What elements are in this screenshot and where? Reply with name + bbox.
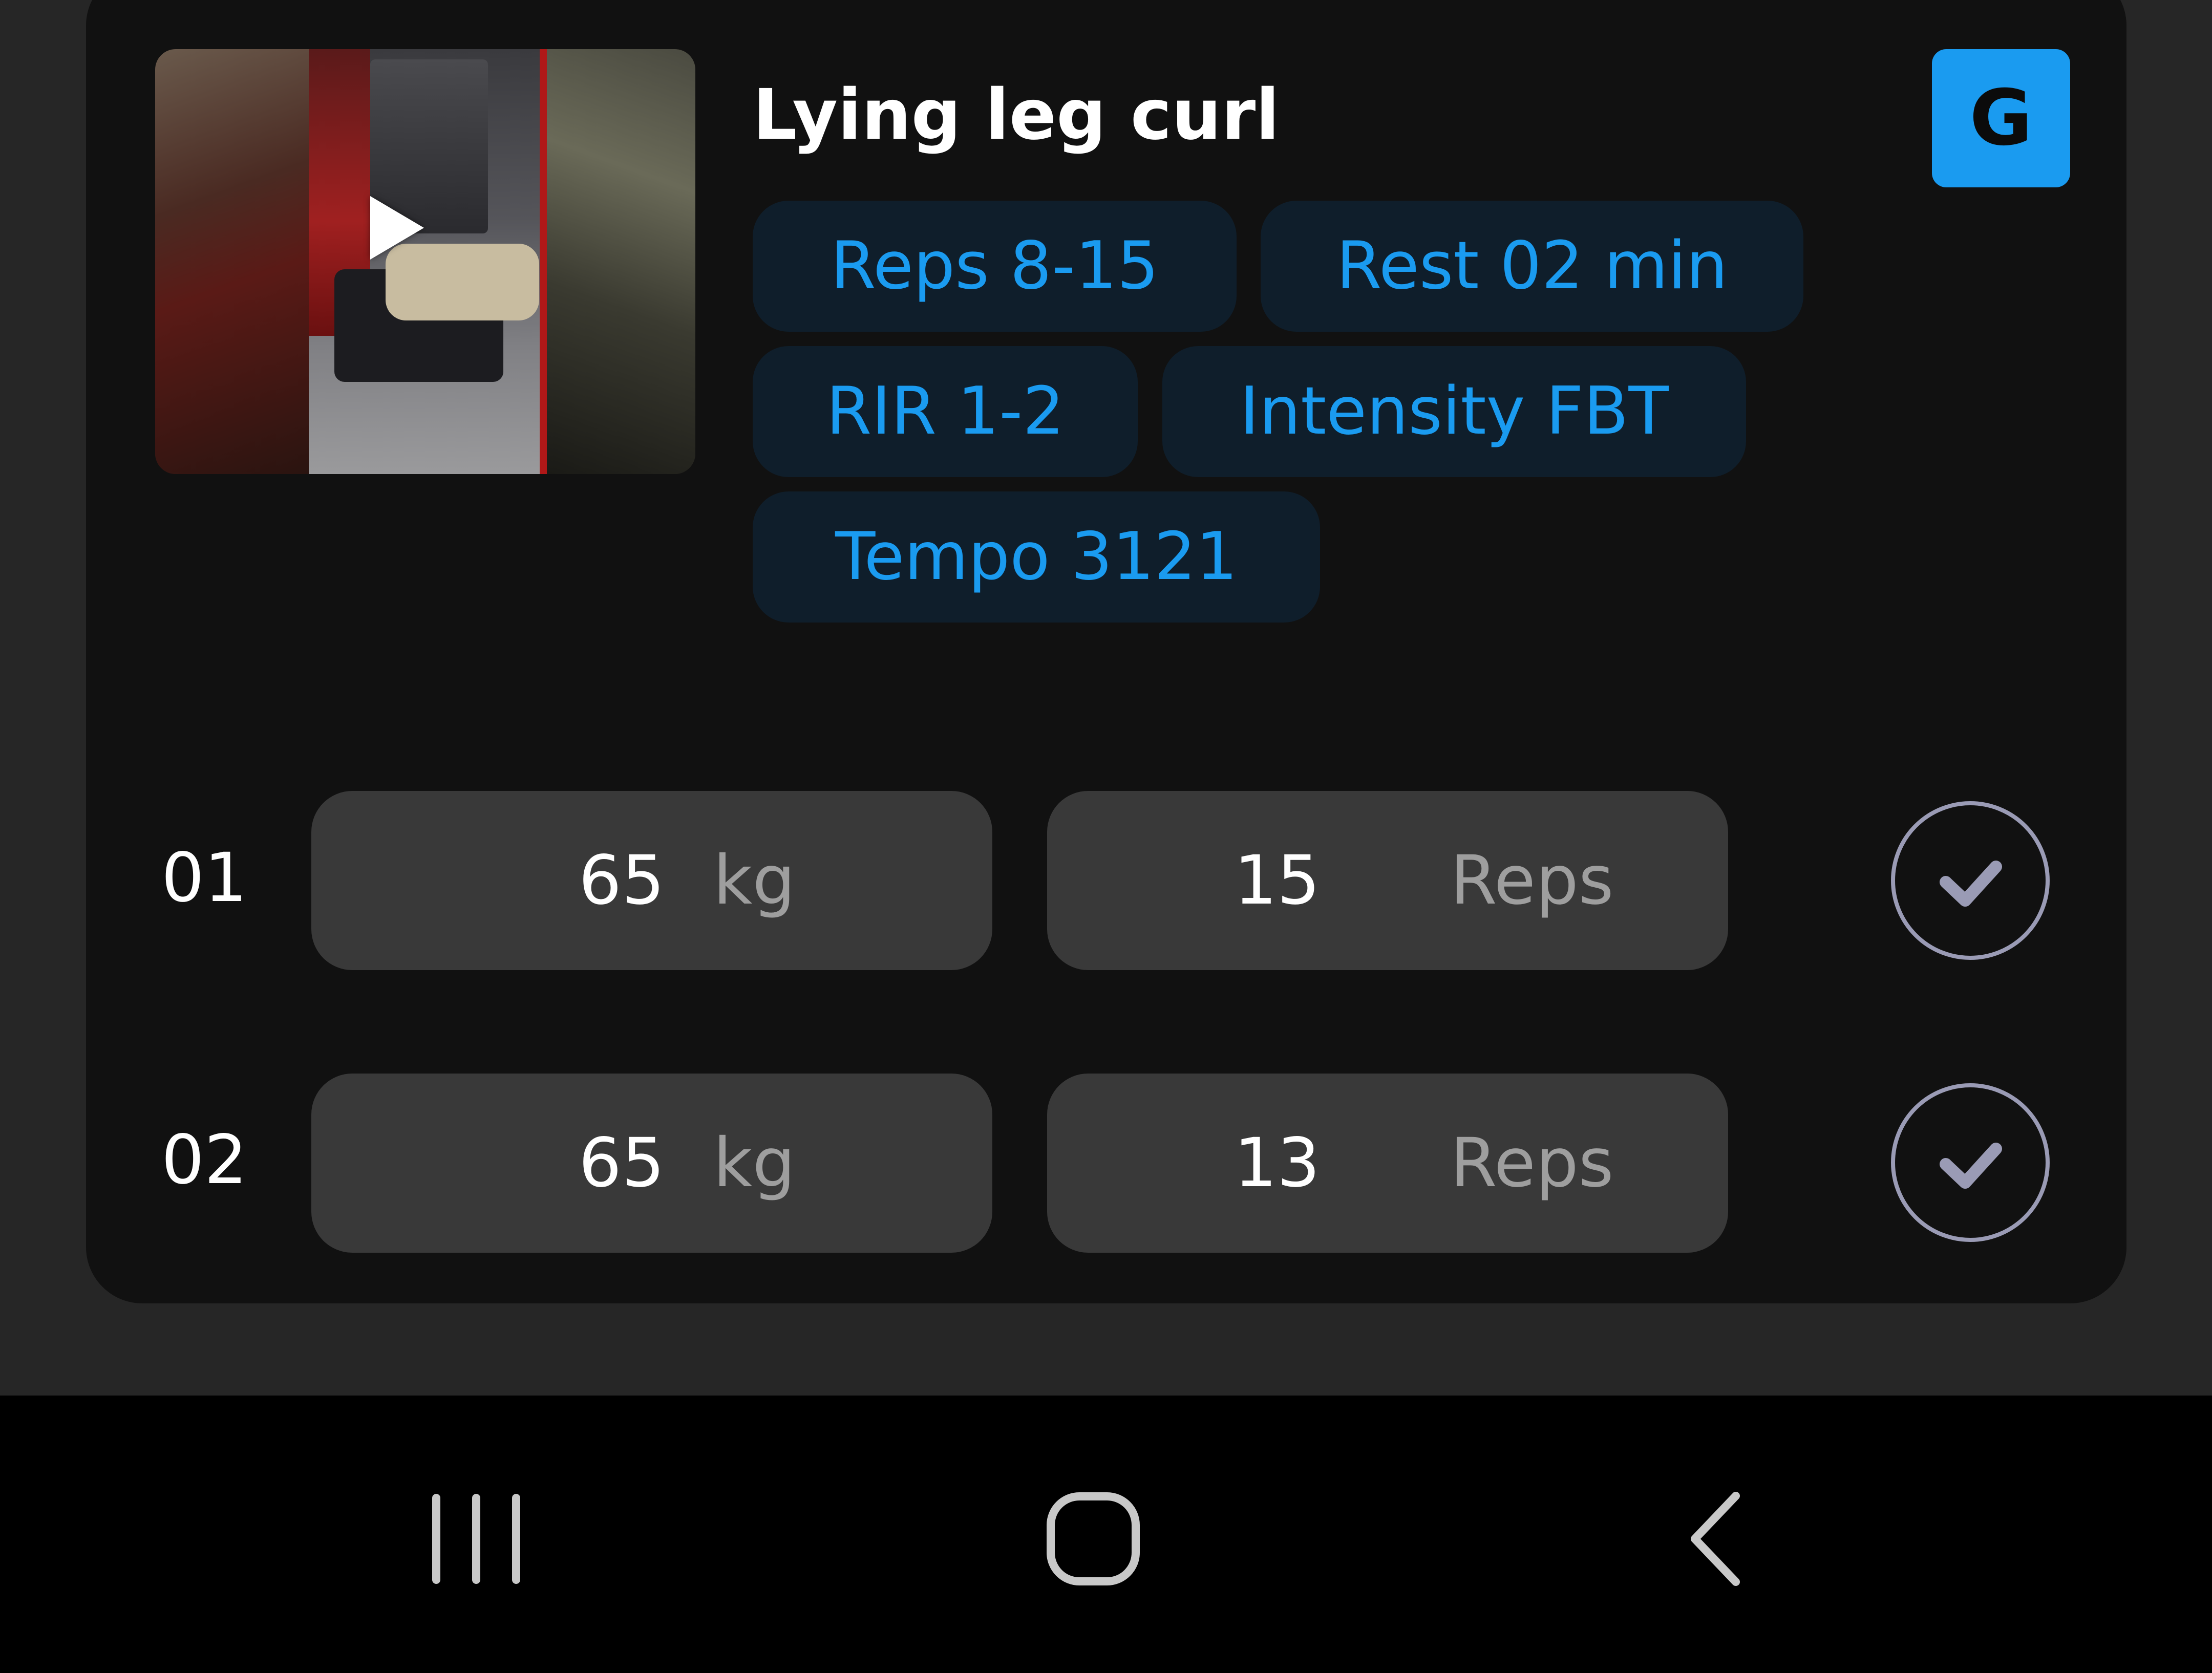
reps-value: 13 — [1234, 1124, 1320, 1203]
chip-tempo: Tempo 3121 — [753, 491, 1320, 623]
set-number: 02 — [161, 1121, 247, 1199]
weight-value: 65 — [579, 841, 665, 920]
thumbnail-frame — [309, 49, 547, 474]
check-icon — [1940, 1143, 2002, 1189]
reps-unit: Reps — [1450, 1124, 1614, 1203]
check-icon — [1940, 861, 2002, 907]
set-complete-button[interactable] — [1891, 801, 2050, 960]
weight-field[interactable]: 65 kg — [311, 791, 992, 970]
reps-value: 15 — [1234, 841, 1320, 920]
chip-rest: Rest 02 min — [1261, 201, 1803, 332]
chip-intensity: Intensity FBT — [1162, 346, 1746, 477]
reps-unit: Reps — [1450, 841, 1614, 920]
system-navigation-bar — [0, 1396, 2212, 1673]
weight-field[interactable]: 65 kg — [311, 1074, 992, 1253]
recents-icon[interactable] — [420, 1488, 533, 1590]
exercise-badge[interactable]: G — [1932, 49, 2070, 187]
set-number: 01 — [161, 839, 247, 917]
weight-unit: kg — [713, 841, 796, 920]
weight-unit: kg — [713, 1124, 796, 1203]
workout-screen: Lying leg curl G Reps 8-15 Rest 02 min R… — [0, 0, 2212, 1673]
set-complete-button[interactable] — [1891, 1083, 2050, 1242]
reps-field[interactable]: 13 Reps — [1047, 1074, 1728, 1253]
thumbnail-blur-right — [547, 49, 695, 474]
chip-rir: RIR 1-2 — [753, 346, 1138, 477]
weight-value: 65 — [579, 1124, 665, 1203]
exercise-title: Lying leg curl — [753, 75, 1280, 156]
back-icon[interactable] — [1679, 1488, 1761, 1590]
thumbnail-blur-left — [155, 49, 309, 474]
reps-field[interactable]: 15 Reps — [1047, 791, 1728, 970]
exercise-video-thumbnail[interactable] — [155, 49, 695, 474]
play-icon[interactable] — [370, 196, 424, 260]
chip-reps: Reps 8-15 — [753, 201, 1237, 332]
home-icon[interactable] — [1045, 1490, 1142, 1588]
